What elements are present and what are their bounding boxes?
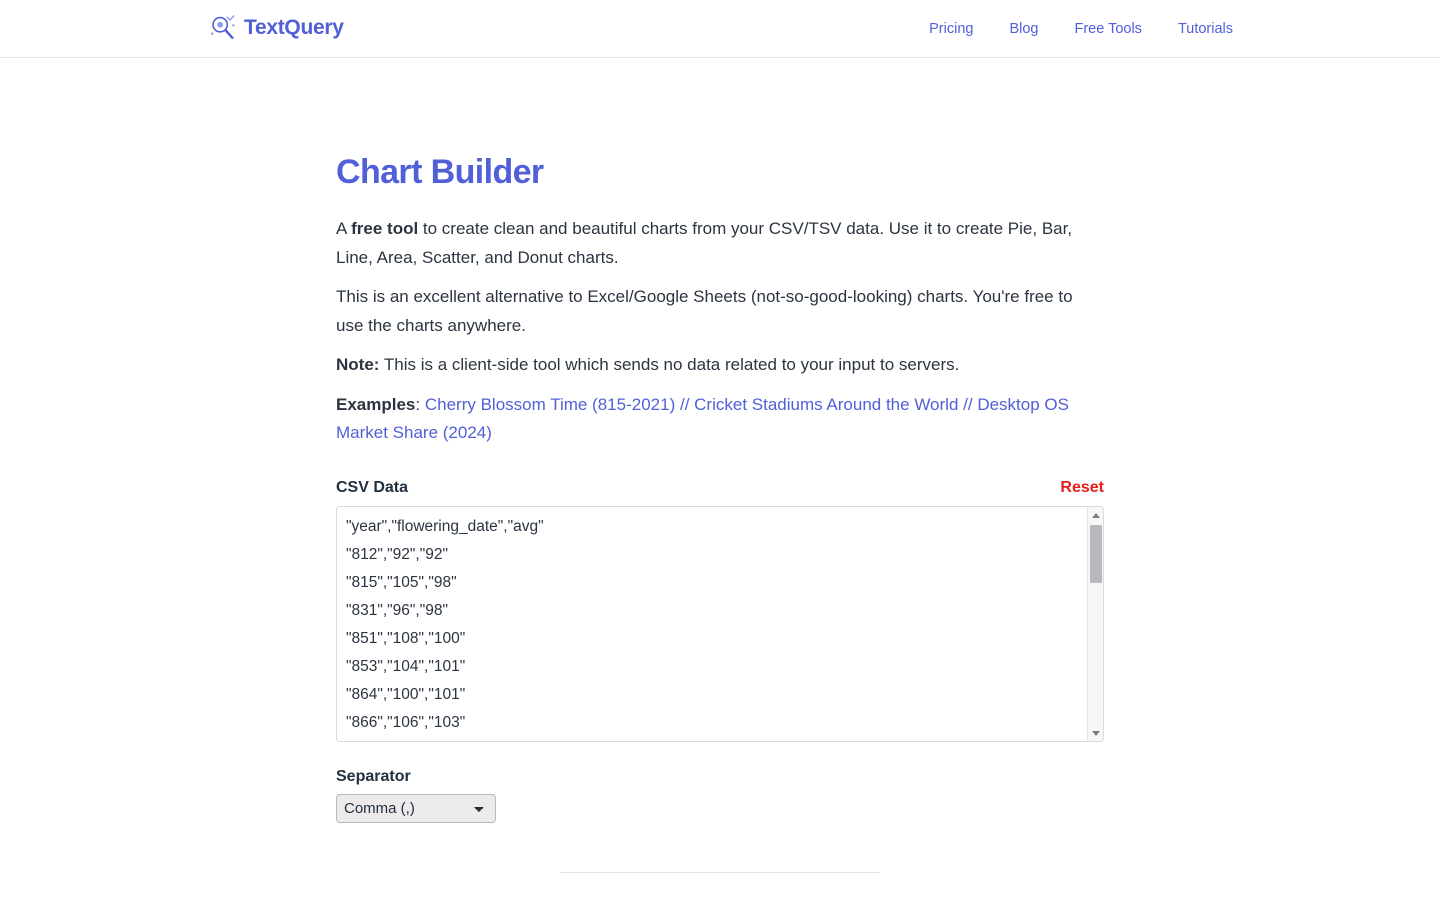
csv-textarea-wrapper	[336, 506, 1104, 743]
page-body: Chart Builder A free tool to create clea…	[0, 58, 1440, 900]
scroll-down-arrow-icon[interactable]	[1088, 726, 1103, 740]
scroll-up-arrow-icon[interactable]	[1088, 508, 1103, 522]
main-content: Chart Builder A free tool to create clea…	[336, 153, 1104, 824]
separator-label: Separator	[336, 768, 411, 786]
scrollbar-thumb[interactable]	[1090, 525, 1102, 584]
note-paragraph: Note: This is a client-side tool which s…	[336, 350, 1104, 379]
nav-item-pricing[interactable]: Pricing	[929, 21, 973, 37]
alternative-paragraph: This is an excellent alternative to Exce…	[336, 287, 1073, 336]
note-text: This is a client-side tool which sends n…	[379, 355, 960, 375]
separator-select[interactable]: Comma (,)	[336, 794, 496, 824]
nav-item-tutorials[interactable]: Tutorials	[1178, 21, 1233, 37]
note-label: Note:	[336, 355, 380, 375]
page-title: Chart Builder	[336, 153, 544, 191]
csv-field-header: CSV Data Reset	[336, 479, 1104, 497]
intro-lead-a: A	[336, 219, 352, 239]
examples-paragraph: Examples: Cherry Blossom Time (815-2021)…	[336, 391, 1104, 447]
reset-button[interactable]: Reset	[1060, 479, 1104, 497]
chart-area-divider	[560, 872, 880, 873]
nav-item-blog[interactable]: Blog	[1009, 21, 1038, 37]
site-header: TextQuery Pricing Blog Free Tools Tutori…	[0, 0, 1440, 58]
examples-divider-2: //	[963, 395, 973, 415]
nav-item-free-tools[interactable]: Free Tools	[1075, 21, 1142, 37]
intro-paragraph: A free tool to create clean and beautifu…	[336, 214, 1104, 272]
intro-lead-b: to create clean and beautiful charts fro…	[336, 219, 1073, 268]
csv-scrollbar[interactable]	[1087, 507, 1103, 742]
example-link-cricket-stadiums[interactable]: Cricket Stadiums Around the World	[694, 395, 958, 414]
separator-field: Separator Comma (,)	[336, 768, 1104, 824]
magnifier-logo-icon	[208, 13, 238, 43]
examples-colon: :	[415, 395, 421, 415]
main-nav: Pricing Blog Free Tools Tutorials	[929, 0, 1233, 58]
example-link-cherry-blossom[interactable]: Cherry Blossom Time (815-2021)	[425, 395, 675, 414]
examples-divider-1: //	[679, 395, 690, 415]
csv-data-input[interactable]	[337, 507, 1089, 742]
intro-free-tool-strong: free tool	[351, 219, 419, 239]
brand-logo-link[interactable]: TextQuery	[208, 13, 344, 43]
brand-name: TextQuery	[244, 16, 344, 39]
examples-label: Examples	[336, 395, 416, 415]
csv-data-label: CSV Data	[336, 479, 409, 497]
